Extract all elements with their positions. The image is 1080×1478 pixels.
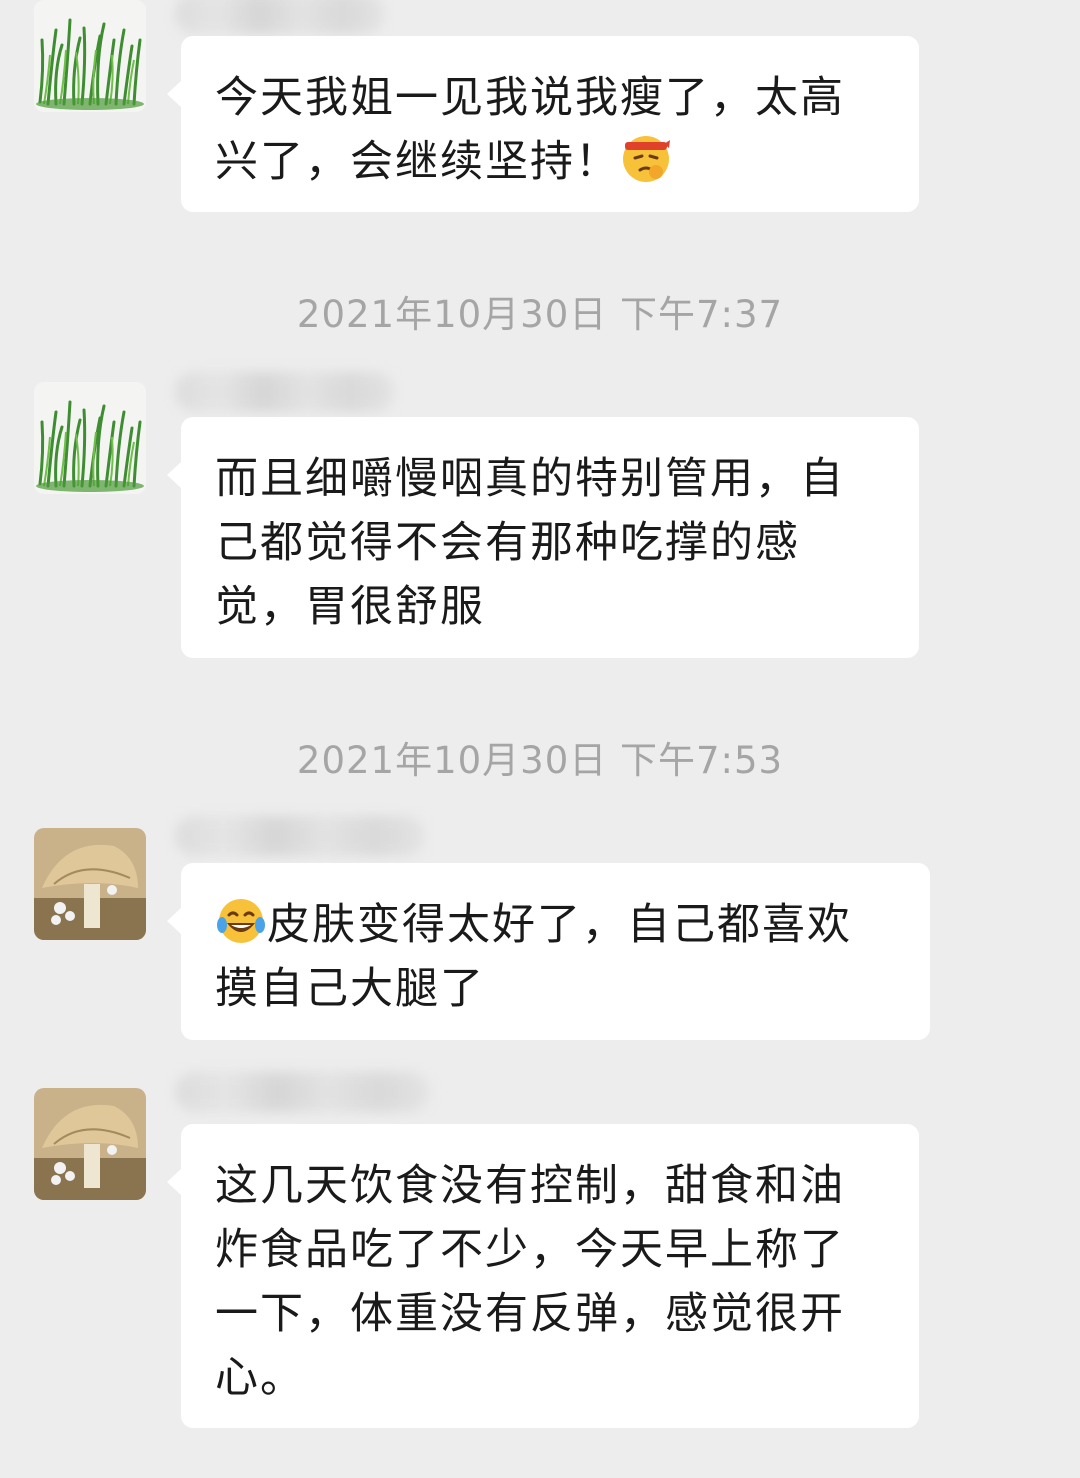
message-text: 而且细嚼慢咽真的特别管用，自己都觉得不会有那种吃撑的感觉，胃很舒服: [215, 454, 845, 632]
timestamp: 2021年10月30日 下午7:53: [296, 739, 784, 782]
mushroom-avatar[interactable]: [34, 828, 146, 940]
message-bubble[interactable]: 今天我姐一见我说我瘦了，太高兴了，会继续坚持！: [167, 36, 919, 212]
mushroom-avatar[interactable]: [34, 1088, 146, 1200]
sender-name-blurred: [175, 372, 395, 412]
sender-name-blurred: [175, 1072, 430, 1112]
message-text: 皮肤变得太好了，自己都喜欢摸自己大腿了: [215, 900, 852, 1014]
message-bubble[interactable]: 皮肤变得太好了，自己都喜欢摸自己大腿了: [167, 863, 930, 1040]
message-text: 今天我姐一见我说我瘦了，太高兴了，会继续坚持！: [215, 73, 845, 187]
sender-name-blurred: [175, 816, 425, 856]
sender-name-blurred: [175, 0, 385, 34]
grass-avatar[interactable]: [34, 0, 146, 112]
timestamp: 2021年10月30日 下午7:37: [296, 293, 784, 336]
message-text: 这几天饮食没有控制，甜食和油炸食品吃了不少，今天早上称了一下，体重没有反弹，感觉…: [215, 1161, 845, 1403]
tears-of-joy-emoji: [215, 895, 267, 947]
grass-avatar[interactable]: [34, 382, 146, 494]
message-bubble[interactable]: 而且细嚼慢咽真的特别管用，自己都觉得不会有那种吃撑的感觉，胃很舒服: [167, 417, 919, 658]
message-bubble[interactable]: 这几天饮食没有控制，甜食和油炸食品吃了不少，今天早上称了一下，体重没有反弹，感觉…: [167, 1124, 919, 1428]
determined-face-emoji: [620, 132, 672, 184]
